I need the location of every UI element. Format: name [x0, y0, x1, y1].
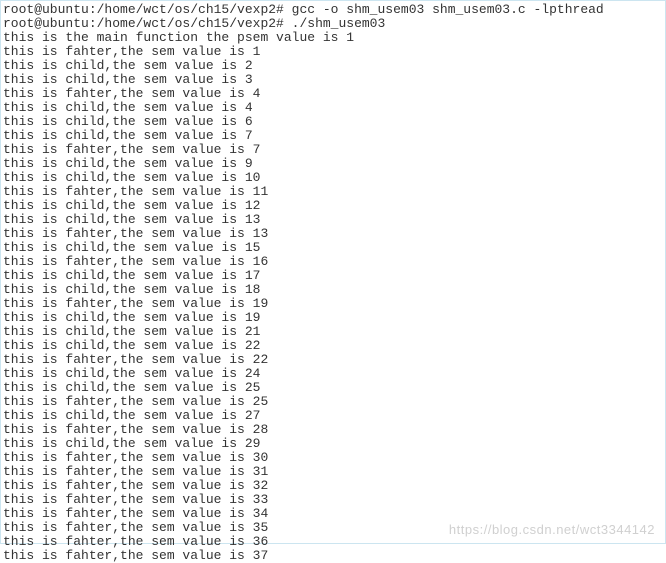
output-line: this is child,the sem value is 27: [3, 409, 665, 423]
output-line: this is child,the sem value is 7: [3, 129, 665, 143]
output-line: this is child,the sem value is 25: [3, 381, 665, 395]
prompt-1: root@ubuntu:/home/wct/os/ch15/vexp2#: [3, 2, 284, 17]
output-line: this is fahter,the sem value is 34: [3, 507, 665, 521]
output-line: this is fahter,the sem value is 28: [3, 423, 665, 437]
output-line: this is child,the sem value is 6: [3, 115, 665, 129]
prompt-2: root@ubuntu:/home/wct/os/ch15/vexp2#: [3, 16, 284, 31]
output-line: this is fahter,the sem value is 1: [3, 45, 665, 59]
command-line-2: root@ubuntu:/home/wct/os/ch15/vexp2# ./s…: [3, 17, 665, 31]
output-line: this is fahter,the sem value is 22: [3, 353, 665, 367]
output-line: this is the main function the psem value…: [3, 31, 665, 45]
output-line: this is child,the sem value is 29: [3, 437, 665, 451]
output-line: this is child,the sem value is 24: [3, 367, 665, 381]
command-1: gcc -o shm_usem03 shm_usem03.c -lpthread: [292, 2, 604, 17]
output-line: this is child,the sem value is 4: [3, 101, 665, 115]
output-line: this is child,the sem value is 9: [3, 157, 665, 171]
terminal-output: root@ubuntu:/home/wct/os/ch15/vexp2# gcc…: [1, 1, 665, 563]
output-line: this is child,the sem value is 10: [3, 171, 665, 185]
output-line: this is fahter,the sem value is 36: [3, 535, 665, 549]
watermark: https://blog.csdn.net/wct3344142: [449, 523, 655, 537]
command-2: ./shm_usem03: [292, 16, 386, 31]
output-line: this is fahter,the sem value is 11: [3, 185, 665, 199]
output-line: this is fahter,the sem value is 37: [3, 549, 665, 563]
command-line-1: root@ubuntu:/home/wct/os/ch15/vexp2# gcc…: [3, 3, 665, 17]
output-line: this is child,the sem value is 13: [3, 213, 665, 227]
output-line: this is fahter,the sem value is 33: [3, 493, 665, 507]
output-line: this is fahter,the sem value is 30: [3, 451, 665, 465]
output-line: this is child,the sem value is 22: [3, 339, 665, 353]
output-line: this is child,the sem value is 18: [3, 283, 665, 297]
output-line: this is child,the sem value is 19: [3, 311, 665, 325]
output-line: this is child,the sem value is 17: [3, 269, 665, 283]
output-line: this is fahter,the sem value is 7: [3, 143, 665, 157]
output-line: this is fahter,the sem value is 32: [3, 479, 665, 493]
output-line: this is fahter,the sem value is 19: [3, 297, 665, 311]
output-line: this is fahter,the sem value is 13: [3, 227, 665, 241]
output-line: this is fahter,the sem value is 16: [3, 255, 665, 269]
output-line: this is child,the sem value is 15: [3, 241, 665, 255]
output-line: this is child,the sem value is 21: [3, 325, 665, 339]
output-line: this is child,the sem value is 2: [3, 59, 665, 73]
output-line: this is child,the sem value is 12: [3, 199, 665, 213]
output-line: this is fahter,the sem value is 4: [3, 87, 665, 101]
output-line: this is child,the sem value is 3: [3, 73, 665, 87]
output-line: this is fahter,the sem value is 31: [3, 465, 665, 479]
output-line: this is fahter,the sem value is 25: [3, 395, 665, 409]
